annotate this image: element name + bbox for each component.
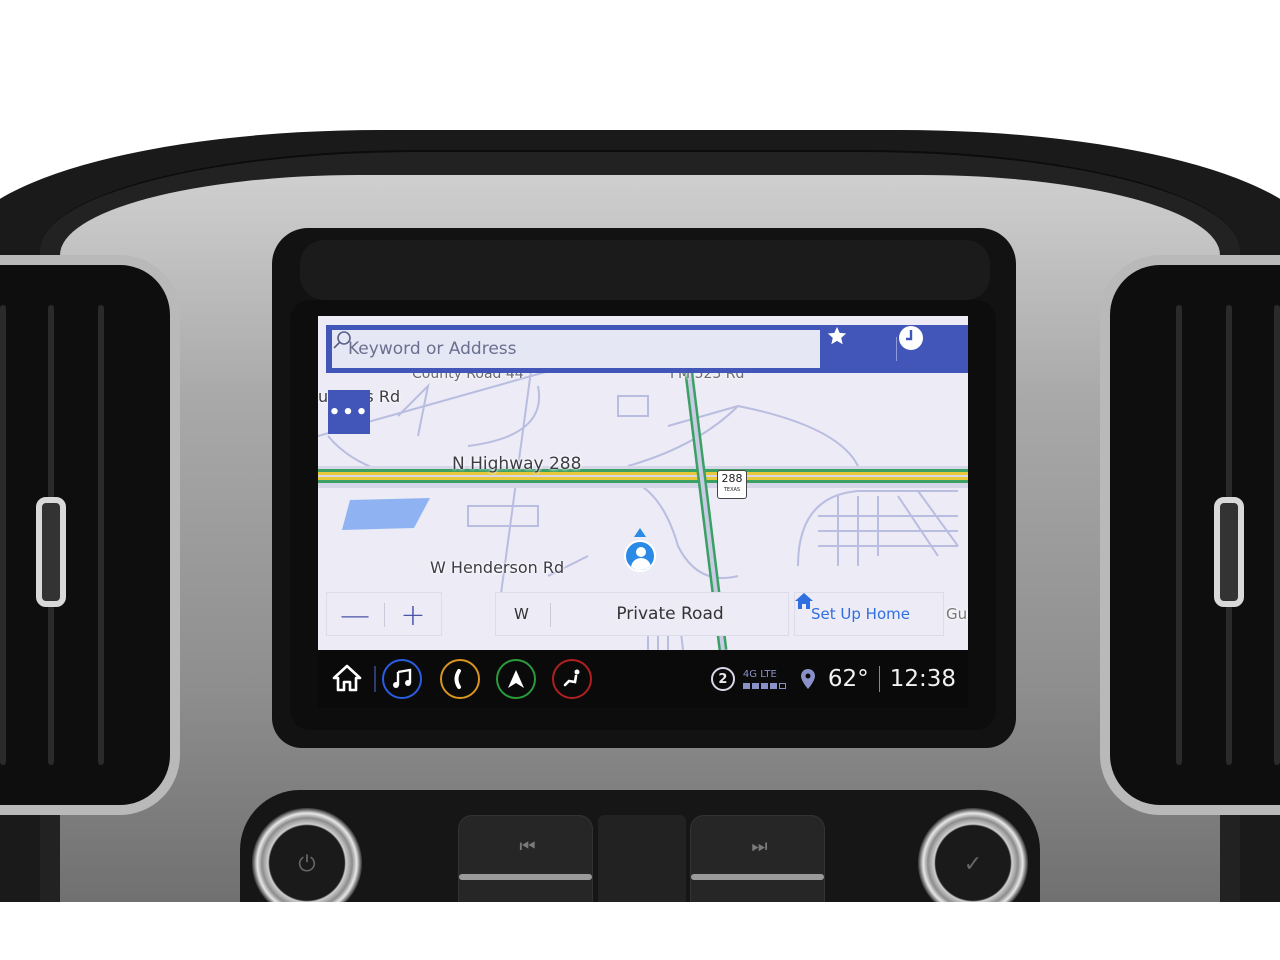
set-up-home-button[interactable]: Set Up Home <box>794 592 944 636</box>
temp-time-divider <box>878 666 880 692</box>
seat-icon <box>563 669 580 687</box>
signal-bar <box>778 683 786 689</box>
audio-app-button[interactable] <box>382 659 422 699</box>
next-track-icon: ⏭ <box>751 836 767 857</box>
vehicle-settings-app-button[interactable] <box>552 659 592 699</box>
center-control-panel <box>598 815 686 915</box>
search-icon <box>333 331 351 349</box>
left-vent-knob[interactable] <box>36 497 66 607</box>
image-bottom-margin <box>0 902 1280 960</box>
more-options-button[interactable]: ••• <box>328 390 370 434</box>
current-position-marker[interactable] <box>622 528 658 578</box>
search-divider <box>896 337 897 361</box>
sim-badge: 2 <box>710 667 735 691</box>
highway-shield: 288 TEXAS <box>717 470 747 499</box>
screen-hood <box>300 240 990 300</box>
checkmark-icon: ✓ <box>963 852 983 877</box>
recent-destinations-button[interactable] <box>898 325 968 373</box>
zoom-in-button[interactable]: + <box>385 593 441 637</box>
shield-state: TEXAS <box>723 487 741 493</box>
navigation-map[interactable]: County Road 44 FM 523 Rd Hunter's Rd N H… <box>318 316 968 650</box>
search-input[interactable]: Keyword or Address <box>332 330 820 368</box>
map-label-henderson: W Henderson Rd <box>430 558 565 577</box>
next-track-button[interactable]: ⏭ <box>690 815 825 915</box>
zoom-controls: — + <box>326 592 442 636</box>
navigation-arrow-icon <box>508 670 524 688</box>
music-note-icon <box>393 668 412 688</box>
clock-icon <box>899 326 923 350</box>
favorites-button[interactable] <box>826 325 896 373</box>
home-icon <box>332 664 362 692</box>
map-label-highway: N Highway 288 <box>452 454 582 474</box>
right-air-vent <box>1100 255 1280 815</box>
signal-bar <box>742 683 750 689</box>
set-up-home-label: Set Up Home <box>811 605 910 623</box>
phone-app-button[interactable] <box>440 659 480 699</box>
star-icon <box>827 326 847 345</box>
heading-direction: W <box>514 605 529 623</box>
home-icon <box>795 593 813 609</box>
network-indicator: 4G LTE <box>742 669 786 689</box>
shield-number: 288 <box>721 472 743 485</box>
button-trim <box>459 874 592 880</box>
button-trim <box>691 874 824 880</box>
signal-bar <box>760 683 768 689</box>
signal-bar <box>769 683 777 689</box>
right-vent-knob[interactable] <box>1214 497 1244 607</box>
current-street-name: Private Road <box>616 604 724 624</box>
phone-icon <box>454 669 461 689</box>
highway-288 <box>318 466 968 488</box>
clock: 12:38 <box>889 666 956 692</box>
signal-strength-bars <box>742 683 786 689</box>
previous-track-icon: ⏮ <box>519 836 535 857</box>
left-air-vent <box>0 255 180 815</box>
signal-bar <box>751 683 759 689</box>
home-screen-button[interactable] <box>332 664 362 696</box>
zoom-out-button[interactable]: — <box>327 593 383 637</box>
location-pin-icon <box>800 669 815 689</box>
current-street-panel[interactable]: W Private Road <box>495 592 789 636</box>
search-placeholder: Keyword or Address <box>348 339 517 359</box>
status-bar: 2 4G LTE 62° 12:38 <box>318 650 968 708</box>
street-divider <box>550 603 551 627</box>
power-icon: ⏻ <box>298 852 316 877</box>
status-indicators: 2 4G LTE 62° 12:38 <box>710 650 956 708</box>
network-type: 4G LTE <box>742 669 777 680</box>
navigation-app-button[interactable] <box>496 659 536 699</box>
person-icon <box>624 540 656 572</box>
status-divider <box>374 666 376 692</box>
heading-arrow-icon <box>634 528 646 537</box>
map-label-gulf: Gulf C <box>946 605 968 623</box>
water-body <box>342 498 430 530</box>
previous-track-button[interactable]: ⏮ <box>458 815 593 915</box>
outside-temperature: 62° <box>827 666 869 692</box>
search-bar: Keyword or Address <box>326 325 968 373</box>
infotainment-screen: County Road 44 FM 523 Rd Hunter's Rd N H… <box>318 316 968 708</box>
